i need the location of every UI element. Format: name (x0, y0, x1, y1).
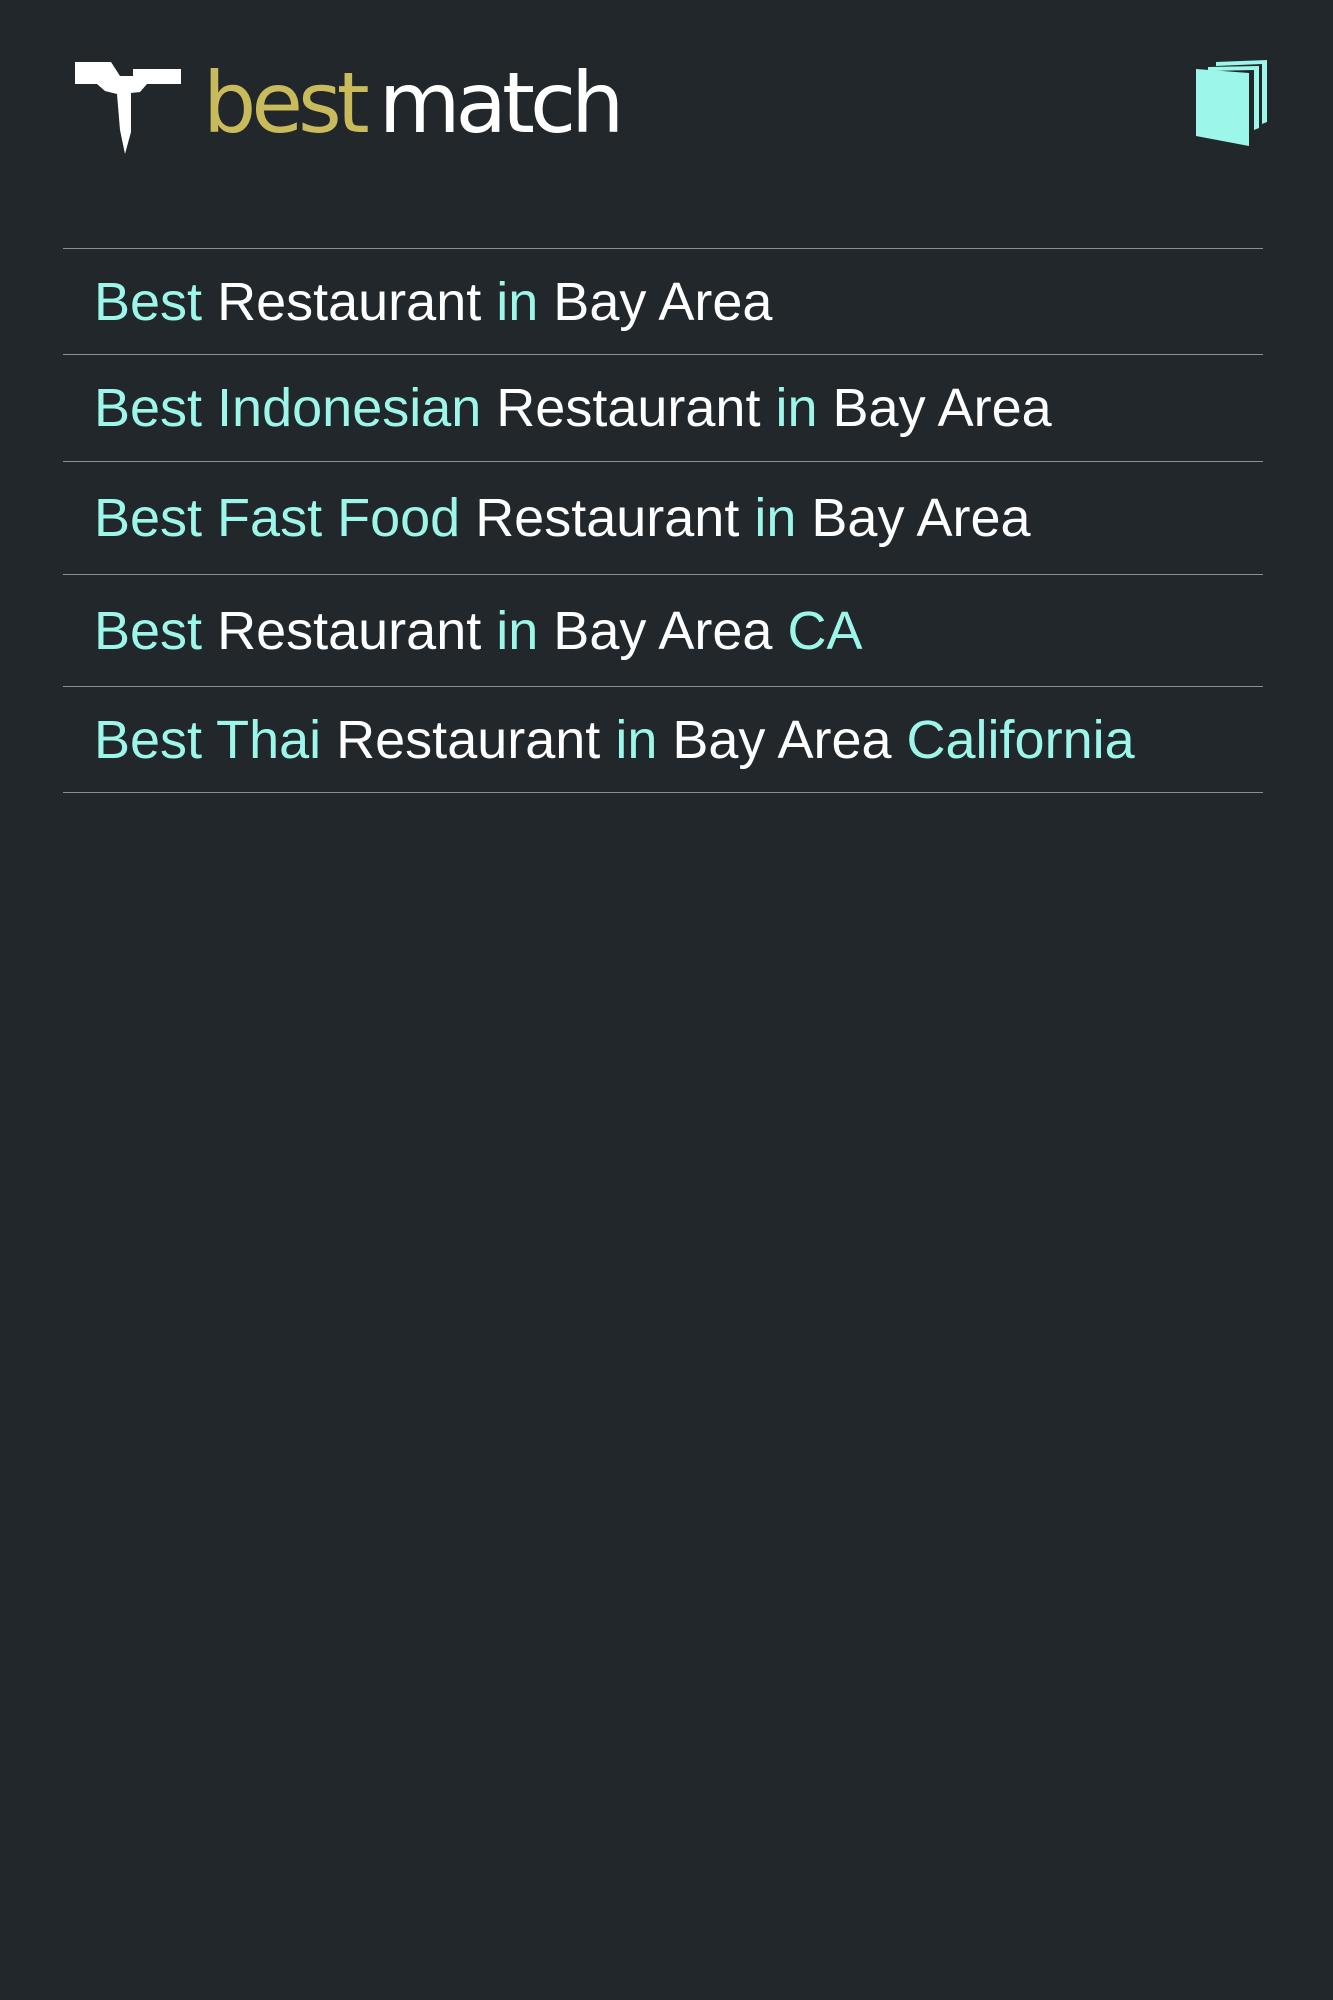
bestmatch-logo-mark-icon (75, 62, 181, 154)
suggestion-text: Bay Area (811, 488, 1031, 548)
suggestion-keyword: in (615, 709, 658, 770)
suggestion-keyword: Best (94, 600, 203, 661)
wordmark-match: match (378, 54, 625, 152)
suggestion-keyword: in (754, 488, 797, 548)
suggestion-text: Bay Area (832, 378, 1052, 438)
suggestion-link[interactable]: Best Thai Restaurant in Bay Area Califor… (94, 709, 1135, 771)
suggestion-text: Bay Area (553, 271, 773, 332)
suggestion-keyword: Best (94, 271, 203, 332)
suggestion-text: Restaurant (217, 271, 482, 332)
suggestion-keyword: in (496, 600, 539, 661)
suggestion-text: Restaurant (336, 709, 601, 770)
suggestion-text: Bay Area (553, 600, 773, 661)
suggestion-link[interactable]: Best Restaurant in Bay Area CA (94, 600, 862, 662)
suggestion-item[interactable]: Best Thai Restaurant in Bay Area Califor… (63, 687, 1263, 793)
suggestion-item[interactable]: Best Indonesian Restaurant in Bay Area (63, 355, 1263, 462)
suggestion-keyword: in (775, 378, 818, 438)
suggestion-keyword: California (906, 709, 1135, 770)
suggestion-keyword: in (496, 271, 539, 332)
book-menu-icon[interactable] (1196, 60, 1267, 146)
suggestion-text: Restaurant (496, 378, 761, 438)
suggestion-item[interactable]: Best Restaurant in Bay Area CA (63, 575, 1263, 687)
brand-wordmark: best match (203, 61, 624, 145)
suggestion-item[interactable]: Best Restaurant in Bay Area (63, 249, 1263, 355)
app-header: best match (0, 0, 1333, 200)
suggestion-text: Restaurant (217, 600, 482, 661)
suggestion-text: Restaurant (475, 488, 740, 548)
suggestion-link[interactable]: Best Fast Food Restaurant in Bay Area (94, 487, 1031, 549)
suggestion-item[interactable]: Best Fast Food Restaurant in Bay Area (63, 462, 1263, 575)
suggestion-keyword: Best Thai (94, 709, 322, 770)
suggestion-keyword: Best Indonesian (94, 378, 482, 438)
bestmatch-logo[interactable]: best match (75, 58, 624, 154)
suggestion-link[interactable]: Best Restaurant in Bay Area (94, 271, 772, 333)
suggestion-link[interactable]: Best Indonesian Restaurant in Bay Area (94, 377, 1052, 439)
suggestion-text: Bay Area (672, 709, 892, 770)
suggestion-keyword: Best Fast Food (94, 488, 461, 548)
wordmark-best: best (203, 54, 370, 152)
search-suggestions-list: Best Restaurant in Bay Area Best Indones… (63, 248, 1263, 793)
suggestion-keyword: CA (787, 600, 863, 661)
